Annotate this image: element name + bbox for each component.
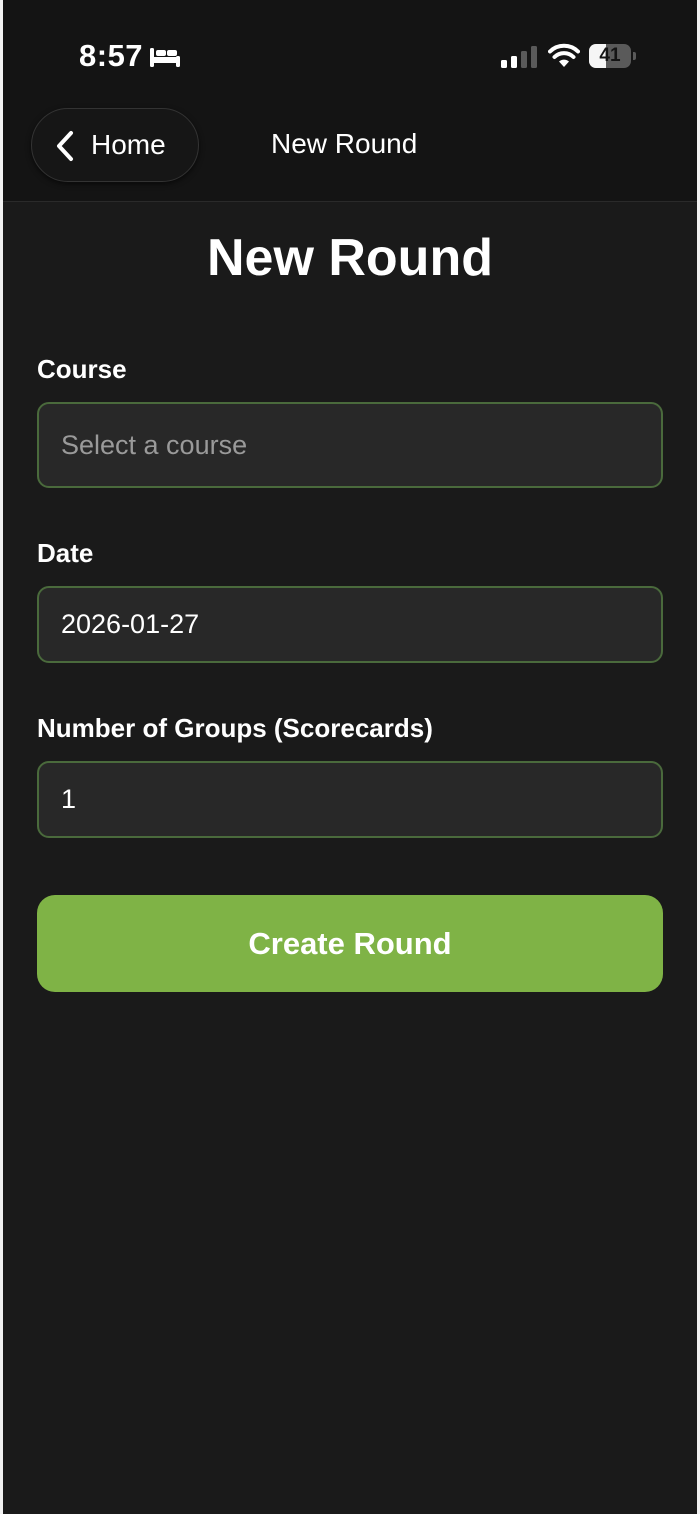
app-screen: 8:57 41 Home New Round New Round Course … <box>3 0 697 1514</box>
course-select[interactable] <box>37 402 663 488</box>
bed-icon <box>150 48 180 67</box>
back-button[interactable]: Home <box>31 108 199 182</box>
battery-indicator: 41 <box>589 44 636 68</box>
page-title: New Round <box>207 229 493 287</box>
back-button-label: Home <box>91 129 166 160</box>
date-label: Date <box>37 538 94 568</box>
course-label: Course <box>37 354 127 384</box>
battery-icon: 41 <box>589 44 631 68</box>
top-bar: 8:57 41 Home New Round <box>3 0 697 202</box>
groups-input[interactable] <box>37 761 663 838</box>
cellular-signal-icon <box>501 46 537 68</box>
battery-level: 41 <box>599 45 621 66</box>
date-field[interactable] <box>37 586 663 663</box>
wifi-icon <box>548 43 580 67</box>
create-round-button[interactable]: Create Round <box>37 895 663 992</box>
nav-title: New Round <box>271 128 418 159</box>
battery-nub <box>633 52 636 60</box>
chevron-left-icon <box>57 131 73 161</box>
status-time: 8:57 <box>79 38 144 73</box>
groups-label: Number of Groups (Scorecards) <box>37 713 433 743</box>
